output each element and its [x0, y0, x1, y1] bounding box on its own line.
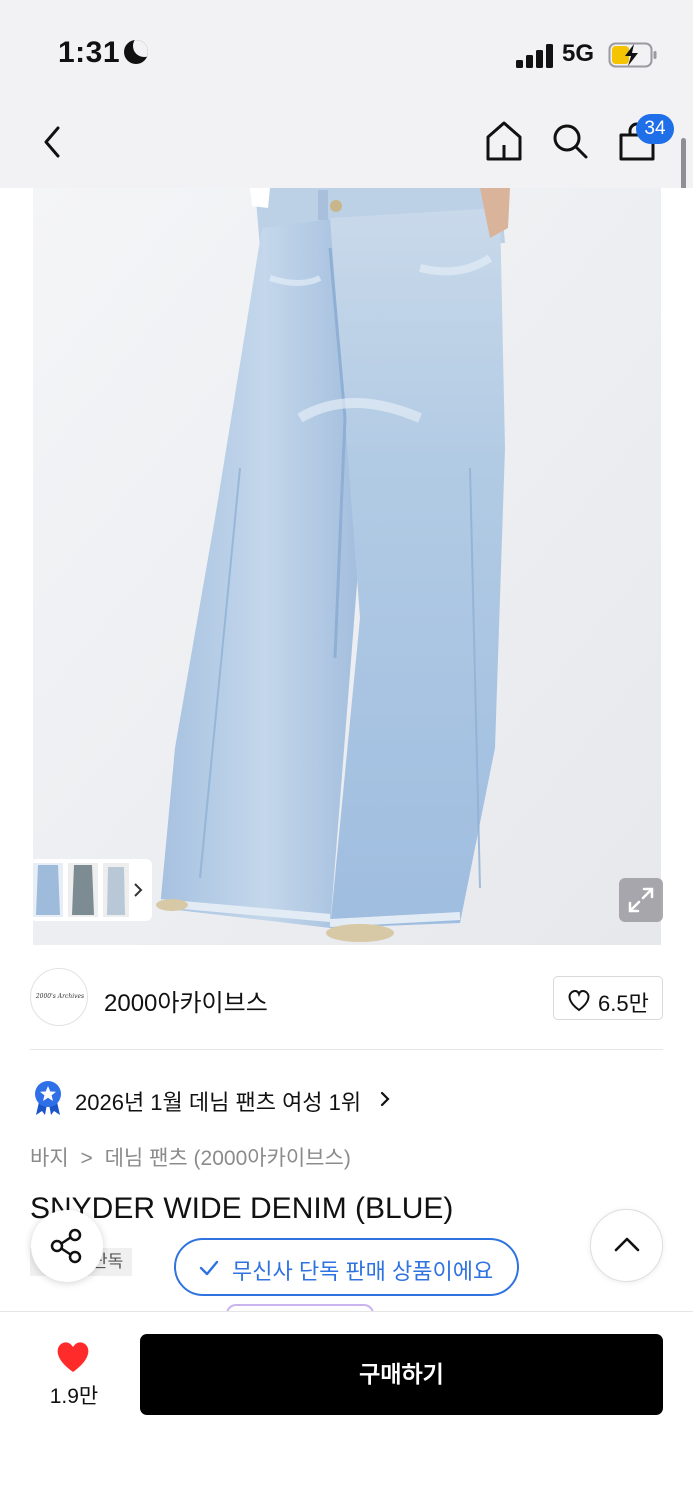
seller-name[interactable]: 2000아카이브스 — [104, 983, 268, 1018]
top-nav-bar — [0, 100, 693, 188]
breadcrumb: 바지 > 데님 팬츠 (2000아카이브스) — [30, 1142, 351, 1172]
brand-like-button[interactable]: 6.5만 — [553, 976, 663, 1020]
breadcrumb-item-denim[interactable]: 데님 팬츠 (2000아카이브스) — [105, 1147, 351, 1170]
exclusive-sale-badge[interactable]: 무신사 단독 판매 상품이에요 — [174, 1238, 519, 1296]
scroll-to-top-button[interactable] — [590, 1209, 663, 1282]
brand-like-count: 6.5만 — [598, 991, 649, 1016]
thumbnail-images — [33, 863, 143, 917]
cart-count-badge: 34 — [636, 114, 674, 144]
wishlist-count: 1.9만 — [49, 1385, 99, 1408]
share-button[interactable] — [31, 1210, 103, 1282]
seller-logo[interactable]: 2000's Archives — [30, 968, 88, 1026]
network-label: 5G — [562, 40, 595, 67]
thumbnail-strip[interactable] — [30, 859, 152, 921]
battery-charging-icon — [608, 42, 657, 68]
buy-button[interactable]: 구매하기 — [140, 1334, 663, 1415]
share-icon — [50, 1228, 82, 1264]
product-image[interactable] — [0, 188, 693, 945]
chevron-right-icon — [134, 883, 143, 897]
heart-outline-icon — [568, 989, 590, 1012]
breadcrumb-separator-icon: > — [80, 1147, 93, 1170]
product-photo — [0, 188, 693, 945]
wishlist-heart-icon[interactable] — [53, 1336, 93, 1376]
home-icon[interactable] — [484, 120, 524, 162]
expand-icon[interactable] — [619, 878, 663, 922]
ranking-link[interactable]: 2026년 1월 데님 팬츠 여성 1위 — [30, 1080, 410, 1116]
signal-icon — [516, 44, 556, 68]
chevron-up-icon — [614, 1237, 640, 1252]
check-icon — [199, 1260, 219, 1276]
breadcrumb-item-pants[interactable]: 바지 — [30, 1147, 69, 1170]
back-chevron-icon[interactable] — [38, 122, 68, 162]
seller-logo-text: 2000's Archives — [35, 993, 85, 1000]
ranking-medal-icon — [35, 1081, 61, 1115]
chevron-right-icon — [380, 1091, 390, 1107]
ranking-text: 2026년 1월 데님 팬츠 여성 1위 — [75, 1090, 362, 1115]
status-time: 1:31 — [58, 36, 121, 69]
exclusive-sale-text: 무신사 단독 판매 상품이에요 — [232, 1259, 494, 1284]
status-bar: 1:31 5G — [0, 0, 693, 100]
divider — [30, 1049, 663, 1050]
search-icon[interactable] — [550, 120, 590, 162]
moon-icon — [124, 40, 148, 64]
